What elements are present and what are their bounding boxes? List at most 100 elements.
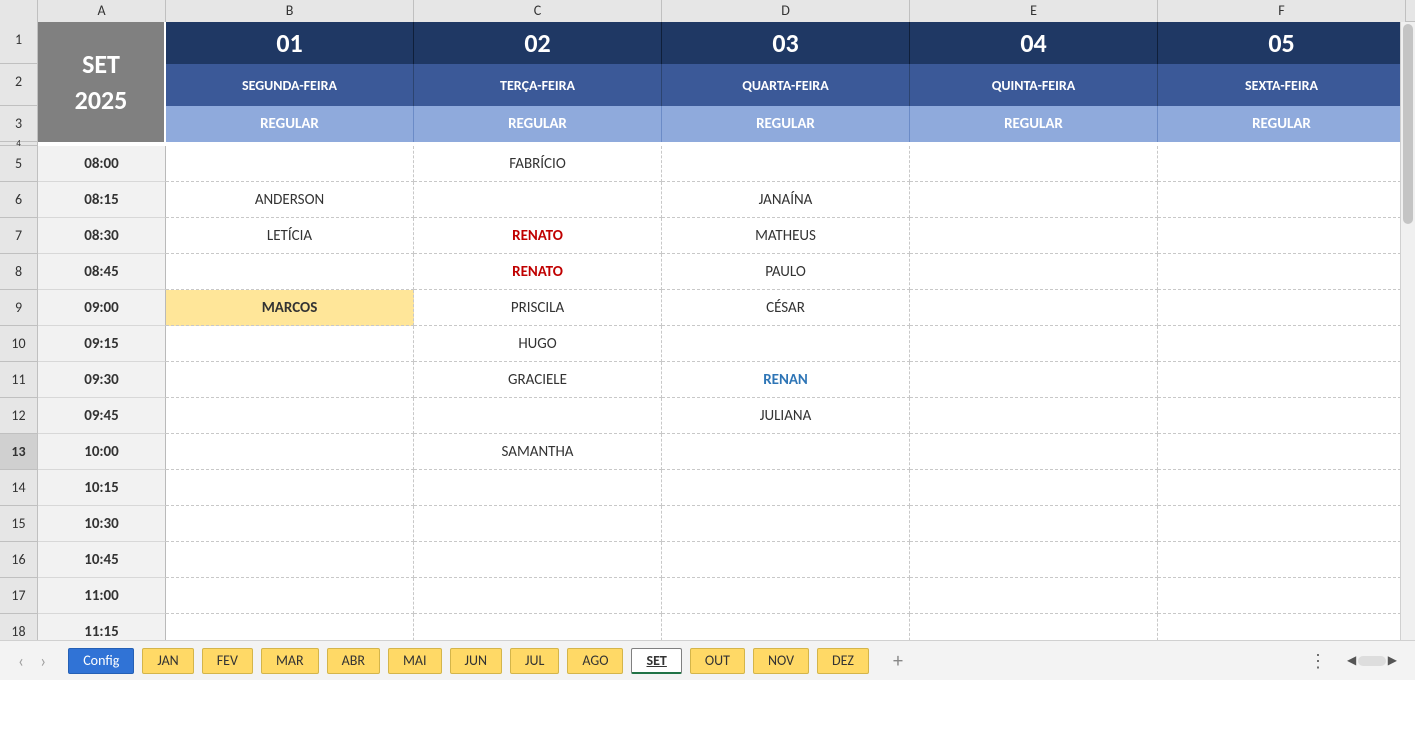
schedule-cell[interactable]: [910, 434, 1158, 470]
schedule-cell[interactable]: [910, 290, 1158, 326]
sheet-tab-abr[interactable]: ABR: [327, 648, 380, 674]
schedule-cell[interactable]: [662, 326, 910, 362]
schedule-cell[interactable]: PAULO: [662, 254, 910, 290]
schedule-cell[interactable]: [910, 542, 1158, 578]
schedule-cell[interactable]: [1158, 542, 1406, 578]
sheet-tab-out[interactable]: OUT: [690, 648, 745, 674]
schedule-cell[interactable]: JANAÍNA: [662, 182, 910, 218]
schedule-cell[interactable]: [166, 434, 414, 470]
schedule-cell[interactable]: [1158, 362, 1406, 398]
time-cell[interactable]: 10:45: [38, 542, 166, 578]
schedule-cell[interactable]: [166, 254, 414, 290]
schedule-cell[interactable]: [910, 218, 1158, 254]
schedule-cell[interactable]: FABRÍCIO: [414, 146, 662, 182]
schedule-cell[interactable]: [1158, 290, 1406, 326]
schedule-cell[interactable]: RENAN: [662, 362, 910, 398]
schedule-cell[interactable]: [1158, 182, 1406, 218]
schedule-cell[interactable]: [1158, 398, 1406, 434]
schedule-cell[interactable]: [1158, 578, 1406, 614]
col-header-D[interactable]: D: [662, 0, 910, 22]
horizontal-scrollbar[interactable]: ◀ ▶: [1347, 655, 1397, 667]
schedule-cell[interactable]: [910, 362, 1158, 398]
sheet-tab-ago[interactable]: AGO: [567, 648, 623, 674]
schedule-cell[interactable]: [662, 506, 910, 542]
row-header-10[interactable]: 10: [0, 326, 37, 362]
schedule-cell[interactable]: [910, 398, 1158, 434]
schedule-cell[interactable]: [1158, 506, 1406, 542]
schedule-cell[interactable]: [910, 182, 1158, 218]
schedule-cell[interactable]: RENATO: [414, 218, 662, 254]
time-cell[interactable]: 10:30: [38, 506, 166, 542]
row-header-5[interactable]: 5: [0, 146, 37, 182]
schedule-cell[interactable]: SAMANTHA: [414, 434, 662, 470]
hscroll-right-icon[interactable]: ▶: [1388, 653, 1397, 668]
sheet-tab-jun[interactable]: JUN: [450, 648, 502, 674]
schedule-cell[interactable]: [166, 146, 414, 182]
schedule-cell[interactable]: [662, 578, 910, 614]
row-header-17[interactable]: 17: [0, 578, 37, 614]
schedule-cell[interactable]: [166, 362, 414, 398]
vertical-scrollbar-thumb[interactable]: [1403, 24, 1413, 224]
tab-nav-next-icon[interactable]: ›: [40, 650, 46, 672]
schedule-cell[interactable]: [166, 542, 414, 578]
row-header-14[interactable]: 14: [0, 470, 37, 506]
tab-options-icon[interactable]: ⋮: [1309, 650, 1329, 672]
schedule-cell[interactable]: [166, 470, 414, 506]
schedule-cell[interactable]: [166, 578, 414, 614]
row-header-6[interactable]: 6: [0, 182, 37, 218]
time-cell[interactable]: 09:15: [38, 326, 166, 362]
schedule-cell[interactable]: [166, 398, 414, 434]
sheet-tab-mar[interactable]: MAR: [261, 648, 319, 674]
schedule-cell[interactable]: LETÍCIA: [166, 218, 414, 254]
col-header-B[interactable]: B: [166, 0, 414, 22]
schedule-cell[interactable]: [910, 326, 1158, 362]
row-header-2[interactable]: 2: [0, 64, 37, 106]
vertical-scrollbar[interactable]: [1400, 22, 1415, 640]
schedule-cell[interactable]: [910, 254, 1158, 290]
time-cell[interactable]: 08:15: [38, 182, 166, 218]
schedule-cell[interactable]: [910, 578, 1158, 614]
sheet-tab-fev[interactable]: FEV: [202, 648, 253, 674]
row-header-12[interactable]: 12: [0, 398, 37, 434]
sheet-tab-set[interactable]: SET: [631, 648, 681, 674]
row-header-13[interactable]: 13: [0, 434, 37, 470]
sheet-tab-jul[interactable]: JUL: [510, 648, 559, 674]
sheet-tab-config[interactable]: Config: [68, 648, 134, 674]
schedule-cell[interactable]: [662, 542, 910, 578]
schedule-cell[interactable]: [414, 182, 662, 218]
row-header-3[interactable]: 3: [0, 106, 37, 142]
time-cell[interactable]: 08:30: [38, 218, 166, 254]
schedule-cell[interactable]: MARCOS: [166, 290, 414, 326]
schedule-cell[interactable]: JULIANA: [662, 398, 910, 434]
col-header-F[interactable]: F: [1158, 0, 1406, 22]
schedule-cell[interactable]: [910, 506, 1158, 542]
time-cell[interactable]: 09:45: [38, 398, 166, 434]
row-header-11[interactable]: 11: [0, 362, 37, 398]
schedule-cell[interactable]: [910, 146, 1158, 182]
schedule-cell[interactable]: PRISCILA: [414, 290, 662, 326]
schedule-cell[interactable]: ANDERSON: [166, 182, 414, 218]
sheet-tab-nov[interactable]: NOV: [753, 648, 809, 674]
time-cell[interactable]: 09:30: [38, 362, 166, 398]
schedule-cell[interactable]: [166, 326, 414, 362]
col-header-C[interactable]: C: [414, 0, 662, 22]
schedule-cell[interactable]: [1158, 254, 1406, 290]
schedule-cell[interactable]: HUGO: [414, 326, 662, 362]
tab-nav-arrows[interactable]: ‹ ›: [8, 650, 64, 672]
hscroll-track[interactable]: [1358, 656, 1386, 666]
row-header-8[interactable]: 8: [0, 254, 37, 290]
time-cell[interactable]: 11:00: [38, 578, 166, 614]
row-header-15[interactable]: 15: [0, 506, 37, 542]
schedule-cell[interactable]: [1158, 218, 1406, 254]
schedule-cell[interactable]: [414, 578, 662, 614]
schedule-cell[interactable]: [166, 506, 414, 542]
add-sheet-button[interactable]: +: [883, 648, 913, 674]
schedule-cell[interactable]: [1158, 470, 1406, 506]
schedule-cell[interactable]: [414, 470, 662, 506]
schedule-cell[interactable]: [662, 146, 910, 182]
schedule-cell[interactable]: CÉSAR: [662, 290, 910, 326]
schedule-cell[interactable]: [1158, 146, 1406, 182]
schedule-cell[interactable]: [1158, 326, 1406, 362]
schedule-cell[interactable]: [662, 470, 910, 506]
hscroll-left-icon[interactable]: ◀: [1347, 653, 1356, 668]
